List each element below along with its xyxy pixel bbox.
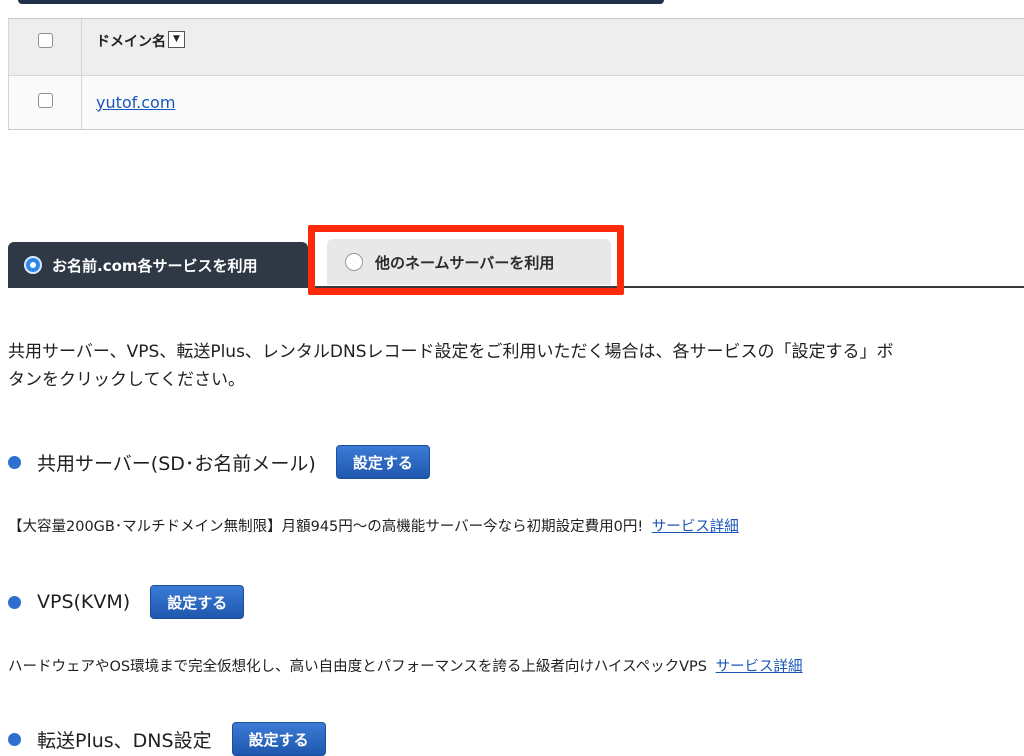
domain-cell: yutof.com [82,93,175,112]
service-detail-link[interactable]: サービス詳細 [716,659,803,675]
service-description-vps: ハードウェアやOS環境まで完全仮想化し、高い自由度とパフォーマンスを誇る上級者向… [8,655,803,676]
service-shared-server: 共用サーバー(SD･お名前メール) 設定する [8,445,430,479]
service-description: 【大容量200GB･マルチドメイン無制限】月額945円～の高機能サーバー今なら初… [8,519,644,535]
table-row: yutof.com [8,76,1024,129]
table-header-row: ドメイン名 ▼ [8,19,1024,76]
row-checkbox[interactable] [37,93,53,108]
bullet-dot [8,455,21,469]
service-title: VPS(KVM) [37,591,131,613]
bullet-dot [8,595,21,609]
select-all-checkbox[interactable] [37,32,53,48]
domain-column-header[interactable]: ドメイン名 ▼ [82,30,185,51]
red-highlight-box [308,225,624,295]
tab-onamae-services-label: お名前.com各サービスを利用 [52,256,258,275]
service-detail-link[interactable]: サービス詳細 [652,519,739,535]
setup-button-shared-server[interactable]: 設定する [335,445,430,479]
intro-line-2: タンをクリックしてください。 [8,370,245,390]
domain-link[interactable]: yutof.com [96,93,175,112]
row-check-cell [8,76,82,129]
service-description-shared-server: 【大容量200GB･マルチドメイン無制限】月額945円～の高機能サーバー今なら初… [8,515,739,536]
top-panel-edge [18,0,664,4]
service-forwarding-dns: 転送Plus、DNS設定 設定する [8,722,326,756]
service-description: ハードウェアやOS環境まで完全仮想化し、高い自由度とパフォーマンスを誇る上級者向… [8,659,707,675]
sort-down-icon[interactable]: ▼ [168,30,185,48]
service-vps: VPS(KVM) 設定する [8,585,245,619]
domain-column-label: ドメイン名 [96,34,166,50]
nameserver-tab-bar: お名前.com各サービスを利用 他のネームサーバーを利用 [0,222,1024,295]
setup-button-vps[interactable]: 設定する [150,585,245,619]
setup-button-forwarding-dns[interactable]: 設定する [231,722,326,756]
select-all-cell [8,19,82,75]
intro-text: 共用サーバー、VPS、転送Plus、レンタルDNSレコード設定をご利用いただく場… [8,338,1024,394]
tab-onamae-services[interactable]: お名前.com各サービスを利用 [8,242,308,288]
service-title: 転送Plus、DNS設定 [37,729,212,752]
bullet-dot [8,732,21,746]
radio-selected-icon[interactable] [24,256,42,274]
domain-table: ドメイン名 ▼ yutof.com [8,18,1024,130]
intro-line-1: 共用サーバー、VPS、転送Plus、レンタルDNSレコード設定をご利用いただく場… [8,342,894,362]
service-title: 共用サーバー(SD･お名前メール) [37,452,316,475]
